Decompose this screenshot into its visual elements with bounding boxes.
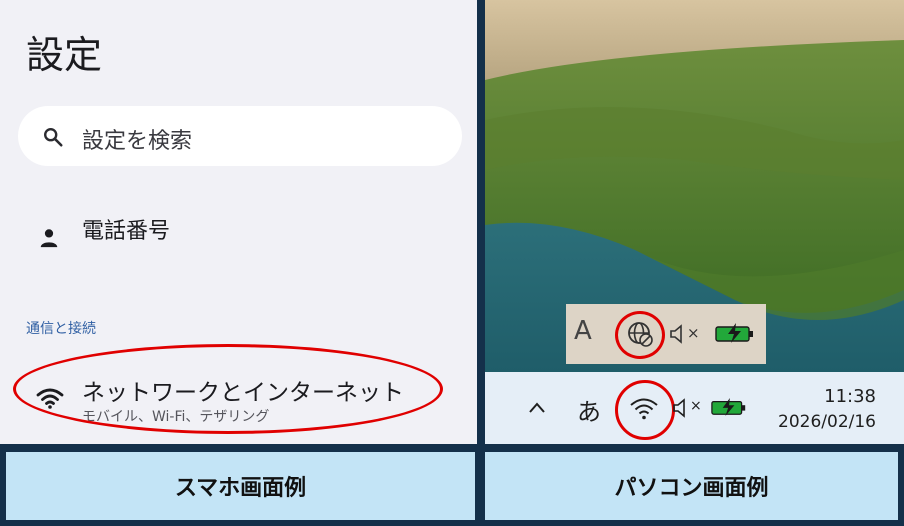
speaker-muted-icon[interactable] — [673, 398, 689, 418]
speaker-muted-icon[interactable] — [669, 324, 687, 344]
search-placeholder: 設定を検索 — [82, 129, 193, 154]
mute-mark: × — [687, 324, 700, 342]
clock-time[interactable]: 11:38 — [824, 386, 876, 407]
battery-charging-icon[interactable] — [711, 396, 747, 418]
highlight-circle-globe — [615, 311, 665, 359]
highlight-circle-network — [13, 344, 443, 434]
ime-indicator[interactable]: あ — [577, 392, 601, 427]
caption-phone-example: スマホ画面例 — [6, 452, 475, 520]
settings-search-bar[interactable]: 設定を検索 — [18, 106, 462, 166]
search-icon — [44, 128, 63, 147]
page-title: 設定 — [26, 33, 103, 77]
battery-charging-icon[interactable] — [715, 322, 755, 344]
phone-settings-screen: 設定 設定を検索 電話番号 通信と接続 ネットワークとインターネット モバイル、… — [0, 0, 477, 444]
zoomed-tray-inset: A × — [566, 304, 766, 364]
settings-item-phone-number[interactable]: 電話番号 — [0, 200, 477, 260]
section-header-connections: 通信と接続 — [26, 321, 96, 337]
caption-pc-example: パソコン画面例 — [485, 452, 898, 520]
taskbar: あ × 11:38 2026/02/16 — [485, 372, 904, 444]
chevron-up-icon[interactable] — [527, 400, 547, 414]
highlight-circle-wifi — [615, 380, 675, 440]
ime-indicator-zoom: A — [574, 316, 592, 346]
clock-date[interactable]: 2026/02/16 — [778, 412, 876, 432]
pc-desktop-screen: A × あ × 11:38 2026/02/16 — [485, 0, 904, 444]
mute-mark: × — [690, 398, 702, 414]
settings-item-label: 電話番号 — [82, 219, 171, 244]
person-icon — [40, 229, 58, 248]
